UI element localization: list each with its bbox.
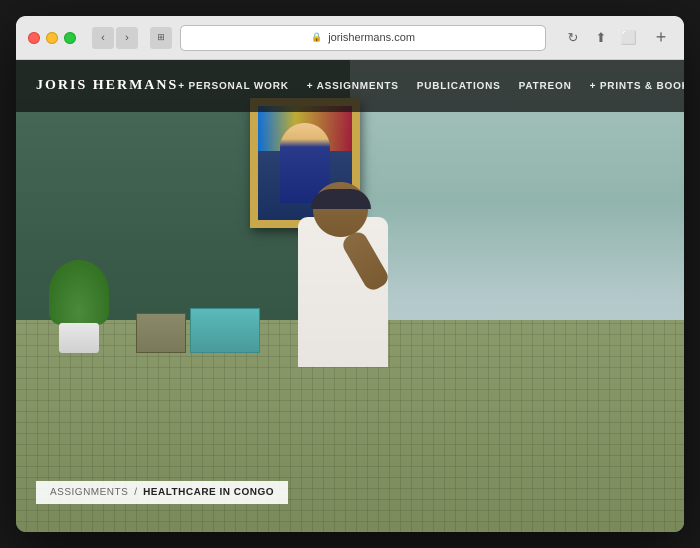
plus-icon: + xyxy=(656,27,667,48)
back-icon: ‹ xyxy=(101,32,105,44)
tab-icon: ⊞ xyxy=(157,32,165,43)
share-button[interactable]: ⬆ xyxy=(590,27,612,49)
share-icon: ⬆ xyxy=(596,30,607,46)
menu-item-prints-books[interactable]: + PRINTS & BOOKS xyxy=(590,81,684,92)
bookmark-button[interactable]: ⬜ xyxy=(618,27,640,49)
bookmark-icon: ⬜ xyxy=(621,30,637,46)
nav-buttons: ‹ › xyxy=(92,27,138,49)
site-navigation: JORIS HERMANS + PERSONAL WORK + ASSIGNME… xyxy=(16,60,684,112)
caption-assignments-label: ASSIGNMENTS xyxy=(50,487,128,498)
minimize-button[interactable] xyxy=(46,32,58,44)
browser-window: ‹ › ⊞ 🔒 jorishermans.com ↻ ⬆ ⬜ + xyxy=(16,16,684,532)
back-button[interactable]: ‹ xyxy=(92,27,114,49)
menu-item-publications[interactable]: PUBLICATIONS xyxy=(417,81,501,92)
hero-scene xyxy=(16,60,684,532)
doctor-figure xyxy=(283,187,403,367)
medical-box xyxy=(190,308,260,353)
url-text: jorishermans.com xyxy=(328,32,415,44)
site-logo: JORIS HERMANS xyxy=(36,78,178,94)
browser-actions: ↻ ⬆ ⬜ xyxy=(562,27,640,49)
menu-item-assignments[interactable]: + ASSIGNMENTS xyxy=(307,81,399,92)
address-bar[interactable]: 🔒 jorishermans.com xyxy=(180,25,546,51)
desk-items xyxy=(136,308,260,353)
browser-chrome: ‹ › ⊞ 🔒 jorishermans.com ↻ ⬆ ⬜ + xyxy=(16,16,684,60)
plant-decoration xyxy=(49,263,109,353)
traffic-lights xyxy=(28,32,76,44)
refresh-button[interactable]: ↻ xyxy=(562,27,584,49)
plant-pot xyxy=(59,323,99,353)
tab-button[interactable]: ⊞ xyxy=(150,27,172,49)
menu-item-personal-work[interactable]: + PERSONAL WORK xyxy=(178,81,288,92)
maximize-button[interactable] xyxy=(64,32,76,44)
close-button[interactable] xyxy=(28,32,40,44)
website-content: JORIS HERMANS + PERSONAL WORK + ASSIGNME… xyxy=(16,60,684,532)
forward-button[interactable]: › xyxy=(116,27,138,49)
plant-leaves xyxy=(49,260,109,325)
book-stack xyxy=(136,313,186,353)
menu-item-patreon[interactable]: PATREON xyxy=(519,81,572,92)
forward-icon: › xyxy=(125,32,129,44)
caption-title: HEALTHCARE IN CONGO xyxy=(143,487,274,498)
lock-icon: 🔒 xyxy=(311,32,322,43)
doctor-cap xyxy=(311,189,371,209)
caption-bar: ASSIGNMENTS / HEALTHCARE IN CONGO xyxy=(36,481,288,504)
new-tab-button[interactable]: + xyxy=(650,27,672,49)
refresh-icon: ↻ xyxy=(568,30,579,46)
caption-divider: / xyxy=(134,487,137,498)
site-menu: + PERSONAL WORK + ASSIGNMENTS PUBLICATIO… xyxy=(178,81,684,92)
